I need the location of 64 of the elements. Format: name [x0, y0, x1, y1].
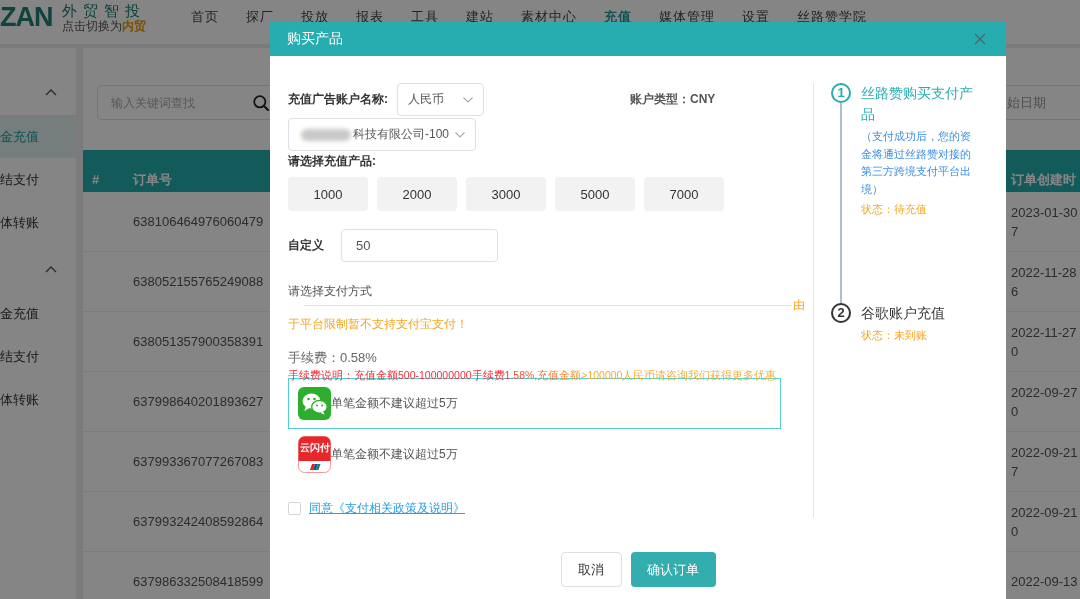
table-cell-text: 2022-09-21 7 — [1011, 443, 1078, 481]
logo-text: ZAN — [0, 1, 53, 34]
fee-note: 手续费说明：充值金额500-100000000手续费1.58%,充值金额>100000人民币请咨询我们获得更多优惠 — [288, 369, 777, 382]
table-cell-text: 2022-09-27 0 — [1011, 383, 1078, 421]
amount-option[interactable]: 3000 — [466, 177, 546, 211]
notice-text: 由 — [793, 297, 805, 313]
sidebar-item[interactable]: 体转账 — [0, 378, 76, 421]
table-cell: 637986332508418599 — [133, 574, 264, 589]
column-header: # — [92, 172, 100, 188]
dialog-title: 购买产品 — [287, 30, 343, 48]
chat-bubbles-icon — [298, 387, 331, 420]
field-label: 自定义 — [288, 237, 325, 254]
amount-option[interactable]: 1000 — [288, 177, 368, 211]
table-cell: 638052155765249088 — [133, 274, 264, 289]
agree-checkbox[interactable] — [288, 502, 301, 515]
search-icon[interactable] — [253, 95, 269, 111]
table-cell: 638051357900358391 — [133, 334, 264, 349]
chevron-down-icon — [455, 131, 465, 138]
amount-input[interactable]: 50 — [341, 229, 498, 262]
field-label: 充值广告账户名称: — [288, 91, 388, 108]
sidebar-item[interactable]: 金充值 — [0, 292, 76, 335]
sidebar-item[interactable]: 结支付 — [0, 335, 76, 378]
step-title: 丝路赞购买支付产品 — [861, 84, 974, 124]
table-cell: 637993367077267083 — [133, 454, 264, 469]
sidebar-item[interactable]: 结支付 — [0, 158, 76, 201]
table-cell-text: 2023-01-30 7 — [1011, 203, 1078, 241]
caret-icon[interactable] — [45, 89, 57, 96]
caret-icon[interactable] — [45, 266, 57, 273]
brand-name: 外贸智投 — [61, 3, 146, 19]
amount-option[interactable]: 7000 — [644, 177, 724, 211]
nav-item[interactable]: 探厂 — [245, 0, 274, 34]
cancel-button[interactable]: 取消 — [560, 552, 622, 587]
currency-select[interactable]: 人民币 — [397, 83, 484, 116]
account-type-text: 账户类型：CNY — [630, 91, 716, 108]
step-title: 谷歌账户充值 — [861, 304, 946, 323]
account-select[interactable]: 科技有限公司-100 — [288, 118, 476, 151]
table-cell: 638106464976060479 — [133, 214, 264, 229]
column-header: 订单创建时 — [1011, 172, 1076, 188]
amount-option[interactable]: 5000 — [555, 177, 635, 211]
table-cell: 637993242408592864 — [133, 514, 264, 529]
table-cell-text: 2022-09-13 — [1011, 573, 1078, 591]
column-header: 订单号 — [133, 172, 172, 188]
chevron-down-icon — [463, 96, 473, 103]
step-number: 2 — [831, 303, 851, 323]
table-cell: 637998640201893627 — [133, 394, 264, 409]
table-cell-text: 2022-09-21 0 — [1011, 503, 1078, 541]
policy-link[interactable]: 同意《支付相关政策及说明》 — [309, 500, 465, 517]
step-status: 状态：未到账 — [861, 328, 927, 343]
amount-option[interactable]: 2000 — [377, 177, 457, 211]
payment-app-logo: 云闪付 — [298, 436, 331, 473]
close-icon[interactable] — [974, 33, 986, 45]
field-label: 请选择充值产品: — [288, 153, 376, 169]
section-label: 请选择支付方式 — [288, 284, 372, 298]
table-cell-text: 2022-11-28 6 — [1011, 263, 1077, 301]
switch-link[interactable]: 点击切换为内贸 — [61, 19, 146, 33]
notice-text: 于平台限制暂不支持支付宝支付！ — [288, 317, 468, 331]
fee-text: 手续费：0.58% — [288, 350, 377, 365]
table-cell-text: 2022-11-27 0 — [1011, 323, 1077, 361]
step-number: 1 — [831, 83, 851, 103]
step-description: （支付成功后，您的资金将通过丝路赞对接的第三方跨境支付平台出境） — [861, 129, 972, 197]
confirm-button[interactable]: 确认订单 — [630, 552, 716, 587]
nav-item[interactable]: 首页 — [190, 0, 219, 34]
step-status: 状态：待充值 — [861, 202, 927, 217]
sidebar-item[interactable]: 体转账 — [0, 201, 76, 244]
